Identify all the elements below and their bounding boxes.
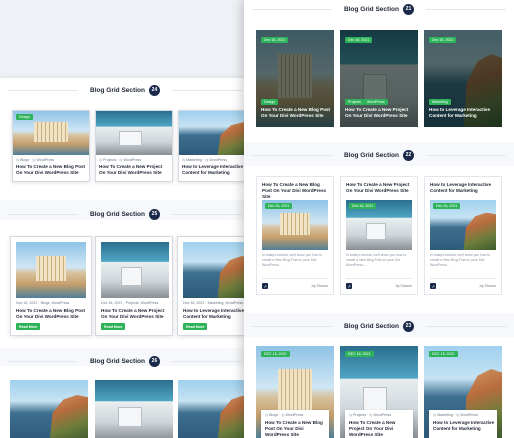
section-number-badge: 25: [148, 208, 160, 220]
date-chip: Dec 16, 2021: [429, 37, 457, 43]
post-meta: ◷ Blogs · ◷ WordPress: [265, 413, 304, 417]
category-chip[interactable]: Design: [16, 114, 34, 120]
section-title: Blog Grid Section: [344, 151, 399, 159]
post-title[interactable]: How To Create a New Blog Post On Your Di…: [262, 182, 330, 201]
post-image: [16, 242, 86, 298]
post-meta: ◷ Projects · ◷ WordPress: [99, 158, 142, 162]
date-chip: DEC 16, 2021: [261, 351, 290, 357]
section-title: Blog Grid Section: [344, 5, 399, 13]
post-meta: Dec 16, 2021 · Blogs, WordPress: [16, 301, 70, 305]
blog-card[interactable]: Dec 16, 2021 · Blogs, WordPress How To C…: [10, 236, 92, 336]
section-title: Blog Grid Section: [344, 322, 399, 330]
category-chip[interactable]: WordPress: [364, 99, 388, 105]
blog-card[interactable]: ◷ Projects · ◷ WordPress How To Create a…: [95, 110, 173, 182]
section-header-24: Blog Grid Section 24: [0, 84, 250, 96]
blog-card[interactable]: How to Leverage Interactive Content for …: [424, 176, 502, 295]
post-meta: Dec 16, 2021 · Projects, WordPress: [101, 301, 159, 305]
post-image: [96, 111, 172, 155]
share-icon[interactable]: ↗: [262, 283, 268, 289]
blog-card-dark[interactable]: Dec 16, 2021 Marketing How to Leverage I…: [424, 30, 502, 127]
section-header-23: Blog Grid Section 23: [244, 320, 514, 332]
section-header-26: Blog Grid Section 26: [0, 355, 250, 367]
date-chip: Dec 16, 2021: [433, 203, 461, 209]
post-image: [101, 242, 169, 298]
category-chip[interactable]: Marketing: [429, 99, 451, 105]
post-title[interactable]: How to Leverage Interactive Content for …: [429, 107, 499, 119]
post-excerpt: In today's tutorial, we'll show you how …: [430, 253, 491, 267]
post-title[interactable]: How To Create a New Project On Your Divi…: [99, 164, 169, 176]
blog-card-dark[interactable]: Dec 16, 2021 Design How To Create a New …: [256, 30, 334, 127]
date-chip: Dec 16, 2021: [265, 203, 293, 209]
post-title[interactable]: How To Create a New Blog Post On Your Di…: [261, 107, 331, 119]
section-number-badge: 24: [148, 84, 160, 96]
post-author[interactable]: by Sharon: [312, 284, 328, 288]
post-author[interactable]: by Sharon: [480, 284, 496, 288]
post-title[interactable]: How to Leverage Interactive Content for …: [430, 182, 498, 194]
preview-canvas: Blog Grid Section 24 Design ◷ Blogs · ◷ …: [0, 0, 514, 438]
post-caption-box[interactable]: ◷ Blogs · ◷ WordPress How To Create a Ne…: [261, 410, 329, 438]
post-meta: ◷ Marketing · ◷ WordPress: [433, 413, 478, 417]
date-chip: DEC 16, 2021: [429, 351, 458, 357]
blog-card[interactable]: How To Create a New Project On Your Divi…: [340, 176, 418, 295]
layout-preview-front: Blog Grid Section 21 Dec 16, 2021 Design…: [244, 0, 514, 438]
date-chip: DEC 16, 2021: [345, 351, 374, 357]
post-image[interactable]: [10, 380, 88, 438]
read-more-button[interactable]: Read More: [16, 323, 41, 330]
section-number-badge: 21: [402, 3, 414, 15]
divider: [346, 278, 412, 279]
blog-card[interactable]: How To Create a New Blog Post On Your Di…: [256, 176, 334, 295]
section-number-badge: 26: [148, 355, 160, 367]
read-more-button[interactable]: Read More: [183, 323, 208, 330]
date-chip: Dec 16, 2021: [261, 37, 289, 43]
post-meta: ◷ Projects · ◷ WordPress: [349, 413, 392, 417]
share-icon[interactable]: ↗: [346, 283, 352, 289]
post-caption-box[interactable]: ◷ Marketing · ◷ WordPress How to Leverag…: [429, 410, 497, 438]
post-meta: Dec 16, 2021 · Marketing, WordPress: [183, 301, 244, 305]
post-caption-box[interactable]: ◷ Projects · ◷ WordPress How To Create a…: [345, 410, 413, 438]
post-title[interactable]: How to Leverage Interactive Content for …: [433, 420, 495, 432]
section-header-25: Blog Grid Section 25: [0, 208, 250, 220]
section-header-22: Blog Grid Section 22: [244, 149, 514, 161]
section-number-badge: 23: [402, 320, 414, 332]
section-title: Blog Grid Section: [90, 210, 145, 218]
post-title[interactable]: How To Create a New Blog Post On Your Di…: [265, 420, 327, 438]
post-image[interactable]: [95, 380, 173, 438]
post-title[interactable]: How To Create a New Project On Your Divi…: [345, 107, 415, 119]
divider: [262, 278, 328, 279]
post-title[interactable]: How To Create a New Blog Post On Your Di…: [16, 164, 86, 176]
post-title[interactable]: How to Leverage Interactive Content for …: [182, 164, 252, 176]
category-chip[interactable]: Design: [261, 99, 279, 105]
date-chip: Dec 16, 2021: [345, 37, 373, 43]
date-chip: Dec 16, 2021: [349, 203, 377, 209]
post-image: [183, 242, 251, 298]
blog-card-dark[interactable]: Dec 16, 2021 Projects WordPress How To C…: [340, 30, 418, 127]
share-icon[interactable]: ↗: [430, 283, 436, 289]
section-header-21: Blog Grid Section 21: [244, 3, 514, 15]
blog-card[interactable]: Dec 16, 2021 · Projects, WordPress How T…: [95, 236, 173, 336]
divider: [430, 278, 496, 279]
post-title[interactable]: How To Create a New Project On Your Divi…: [346, 182, 414, 194]
blog-card[interactable]: Design ◷ Blogs · ◷ WordPress How To Crea…: [12, 110, 90, 182]
section-title: Blog Grid Section: [90, 357, 145, 365]
post-title[interactable]: How To Create a New Blog Post On Your Di…: [16, 308, 88, 320]
post-title[interactable]: How to Leverage Interactive Content for …: [183, 308, 251, 320]
layout-preview-back: Blog Grid Section 24 Design ◷ Blogs · ◷ …: [0, 78, 256, 438]
post-meta: ◷ Blogs · ◷ WordPress: [16, 158, 55, 162]
section-number-badge: 22: [402, 149, 414, 161]
category-chip[interactable]: Projects: [345, 99, 364, 105]
post-title[interactable]: How To Create a New Project On Your Divi…: [101, 308, 169, 320]
post-title[interactable]: How To Create a New Project On Your Divi…: [349, 420, 411, 438]
post-author[interactable]: by Sharon: [396, 284, 412, 288]
post-meta: ◷ Marketing · ◷ WordPress: [182, 158, 227, 162]
post-excerpt: In today's tutorial, we'll show you how …: [346, 253, 407, 267]
read-more-button[interactable]: Read More: [101, 323, 126, 330]
section-title: Blog Grid Section: [90, 86, 145, 94]
post-excerpt: In today's tutorial, we'll show you how …: [262, 253, 323, 267]
